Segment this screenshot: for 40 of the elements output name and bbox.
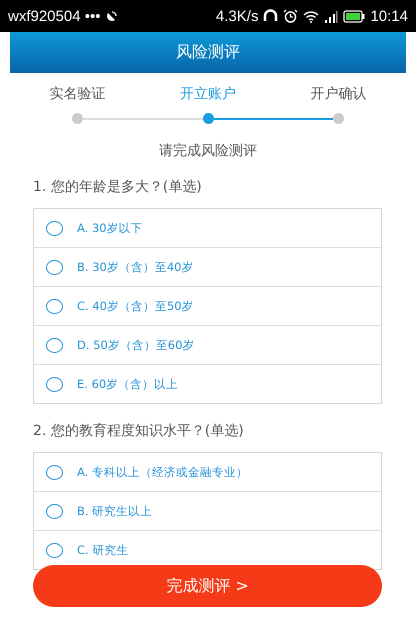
headphones-icon: [263, 9, 278, 23]
network-speed: 4.3K/s: [216, 8, 258, 24]
submit-button[interactable]: 完成测评 >: [33, 565, 382, 607]
signal-icon: [324, 10, 338, 22]
radio-button[interactable]: [46, 542, 63, 558]
radio-button[interactable]: [46, 220, 63, 236]
wifi-icon: [303, 10, 320, 22]
clock: 10:14: [370, 8, 408, 24]
option-label: C. 研究生: [77, 542, 128, 558]
radio-button[interactable]: [46, 298, 63, 314]
option-label: B. 30岁（含）至40岁: [77, 260, 194, 274]
radio-button[interactable]: [46, 504, 63, 518]
step-label: 开立账户: [180, 85, 236, 103]
option-item[interactable]: B. 研究生以上: [34, 491, 381, 530]
radio-button[interactable]: [46, 464, 63, 480]
option-label: D. 50岁（含）至60岁: [77, 338, 194, 352]
carrier-label: wxf920504 •••: [8, 8, 100, 24]
step-label: 实名验证: [49, 85, 106, 103]
alarm-icon: [283, 8, 298, 24]
option-item[interactable]: C. 40岁（含）至50岁: [34, 286, 381, 325]
option-item[interactable]: B. 30岁（含）至40岁: [34, 247, 381, 286]
option-label: C. 40岁（含）至50岁: [77, 298, 194, 314]
option-item[interactable]: A. 专科以上（经济或金融专业）: [34, 453, 381, 491]
instruction-text: 请完成风险测评: [158, 142, 258, 160]
option-label: A. 30岁以下: [77, 220, 143, 236]
option-item[interactable]: A. 30岁以下: [34, 209, 381, 247]
option-label: B. 研究生以上: [77, 504, 152, 518]
radio-button[interactable]: [46, 338, 63, 352]
option-item[interactable]: D. 50岁（含）至60岁: [34, 325, 381, 364]
satellite-icon: [105, 9, 120, 23]
option-label: E. 60岁（含）以上: [77, 376, 178, 392]
radio-button[interactable]: [46, 260, 63, 274]
option-item[interactable]: E. 60岁（含）以上: [34, 364, 381, 403]
radio-button[interactable]: [46, 376, 63, 392]
option-label: A. 专科以上（经济或金融专业）: [77, 464, 248, 480]
question-text: 1. 您的年龄是多大？(单选): [33, 178, 203, 196]
battery-icon: [343, 10, 366, 22]
question-text: 2. 您的教育程度知识水平？(单选): [33, 422, 245, 440]
step-label: 开户确认: [310, 85, 367, 103]
page-title: 风险测评: [176, 42, 240, 63]
